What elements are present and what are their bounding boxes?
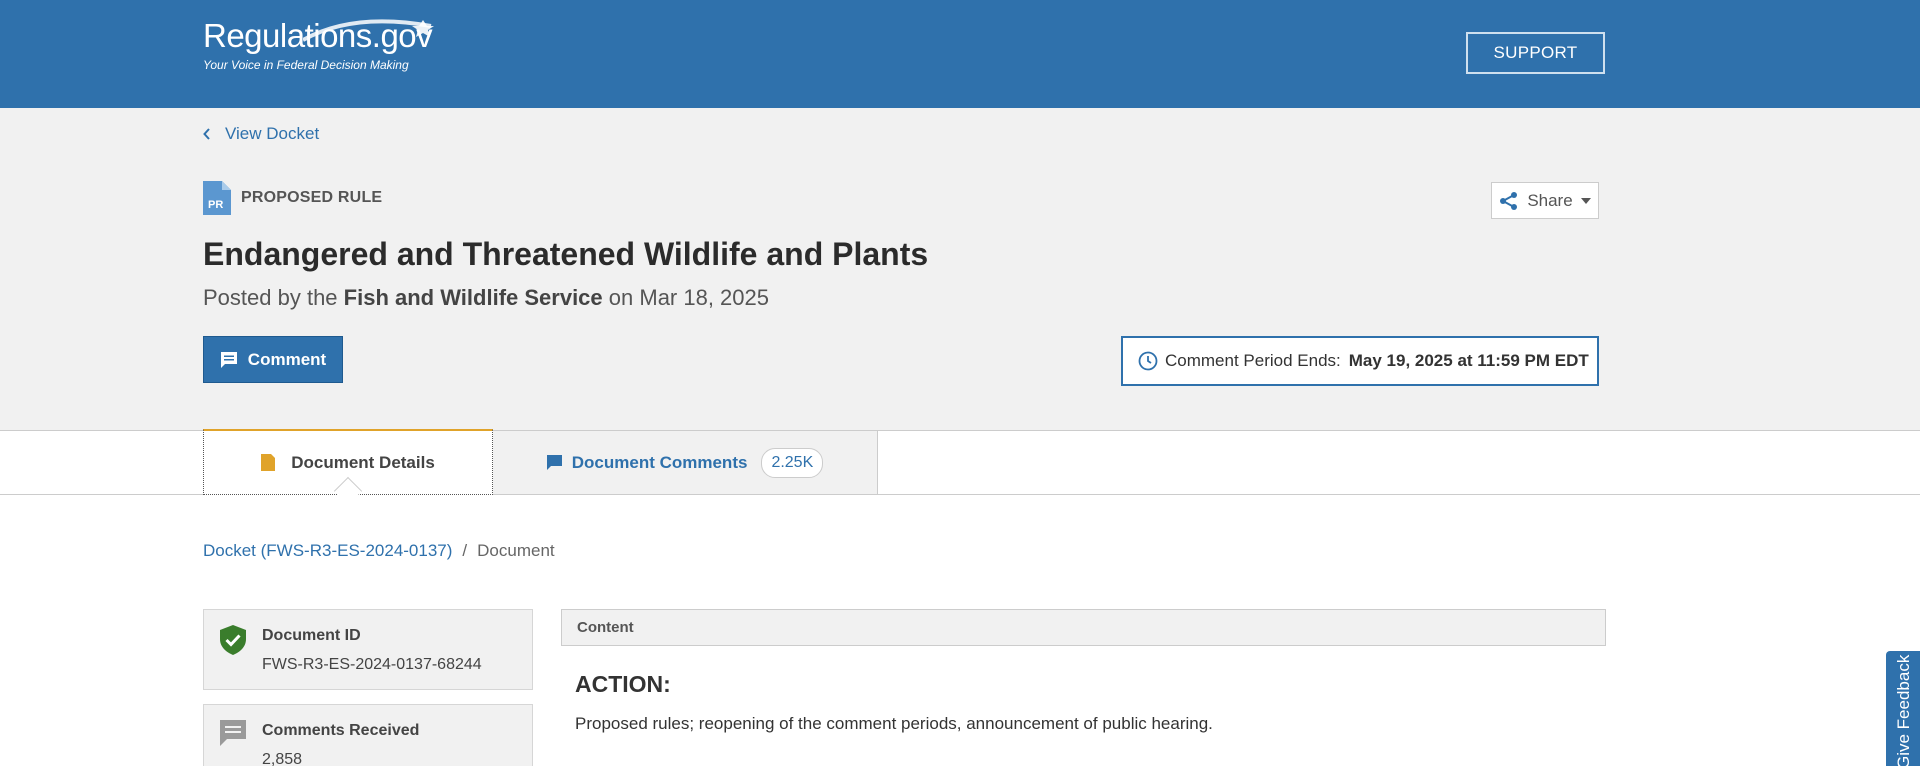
comment-period-value: May 19, 2025 at 11:59 PM EDT (1348, 351, 1589, 370)
share-label: Share (1527, 190, 1573, 210)
document-type-label: PROPOSED RULE (241, 189, 383, 206)
logo-swoosh-icon (303, 19, 434, 42)
comment-period-label: Comment Period Ends: (1165, 351, 1341, 370)
comment-period-box: Comment Period Ends: May 19, 2025 at 11:… (1121, 336, 1599, 386)
doc-type-badge: PR (208, 199, 223, 211)
tab-document-comments[interactable]: Document Comments 2.25K (493, 431, 878, 494)
shield-check-icon (220, 625, 246, 655)
posted-date: on Mar 18, 2025 (608, 285, 770, 310)
site-logo[interactable]: Regulations.gov Your Voice in Federal De… (203, 16, 434, 72)
give-feedback-label: Give Feedback (1894, 654, 1913, 766)
share-button[interactable]: Share (1491, 182, 1599, 219)
posting-agency: Fish and Wildlife Service (343, 285, 603, 310)
breadcrumb: Docket (FWS-R3-ES-2024-0137) / Document (203, 541, 555, 561)
comment-button[interactable]: Comment (203, 336, 343, 383)
comments-received-value: 2,858 (262, 751, 303, 766)
comments-received-card: Comments Received 2,858 (203, 704, 533, 766)
comment-bubble-icon (220, 351, 237, 368)
action-heading: ACTION: (575, 671, 671, 697)
share-icon (1500, 191, 1518, 210)
document-icon (261, 454, 276, 471)
chevron-left-icon (203, 128, 210, 140)
logo-tagline: Your Voice in Federal Decision Making (203, 58, 409, 72)
breadcrumb-separator: / (462, 541, 468, 560)
document-id-card: Document ID FWS-R3-ES-2024-0137-68244 (203, 609, 533, 690)
posted-prefix: Posted by the (203, 285, 338, 310)
comment-bubble-icon (220, 720, 246, 746)
comment-bubble-icon (546, 455, 562, 470)
action-text: Proposed rules; reopening of the comment… (575, 714, 1213, 733)
content-section-header: Content (561, 609, 1606, 646)
document-type: PR PROPOSED RULE (203, 181, 382, 215)
document-pr-icon: PR (203, 181, 231, 215)
comments-received-label: Comments Received (262, 722, 420, 739)
clock-icon (1138, 351, 1158, 371)
document-hero: View Docket PR PROPOSED RULE Share Endan… (0, 108, 1920, 430)
comment-label: Comment (247, 349, 327, 369)
support-button[interactable]: SUPPORT (1466, 32, 1605, 74)
document-id-label: Document ID (262, 627, 361, 644)
give-feedback-button[interactable]: Give Feedback (1886, 651, 1920, 766)
document-id-value: FWS-R3-ES-2024-0137-68244 (262, 656, 482, 673)
page-title: Endangered and Threatened Wildlife and P… (203, 236, 929, 272)
breadcrumb-docket-link[interactable]: Docket (FWS-R3-ES-2024-0137) (203, 541, 452, 561)
view-docket-link[interactable]: View Docket (203, 124, 319, 144)
posted-by-line: Posted by the Fish and Wildlife Service … (203, 285, 769, 311)
breadcrumb-current: Document (477, 541, 555, 560)
view-docket-label: View Docket (225, 124, 320, 143)
tab-document-details-label: Document Details (291, 452, 435, 472)
document-tabs: Document Details Document Comments 2.25K (0, 429, 1920, 506)
comments-count-badge: 2.25K (761, 447, 824, 478)
tab-document-comments-label: Document Comments (571, 452, 748, 472)
site-header: Regulations.gov Your Voice in Federal De… (0, 0, 1920, 108)
caret-down-icon (1580, 197, 1591, 204)
